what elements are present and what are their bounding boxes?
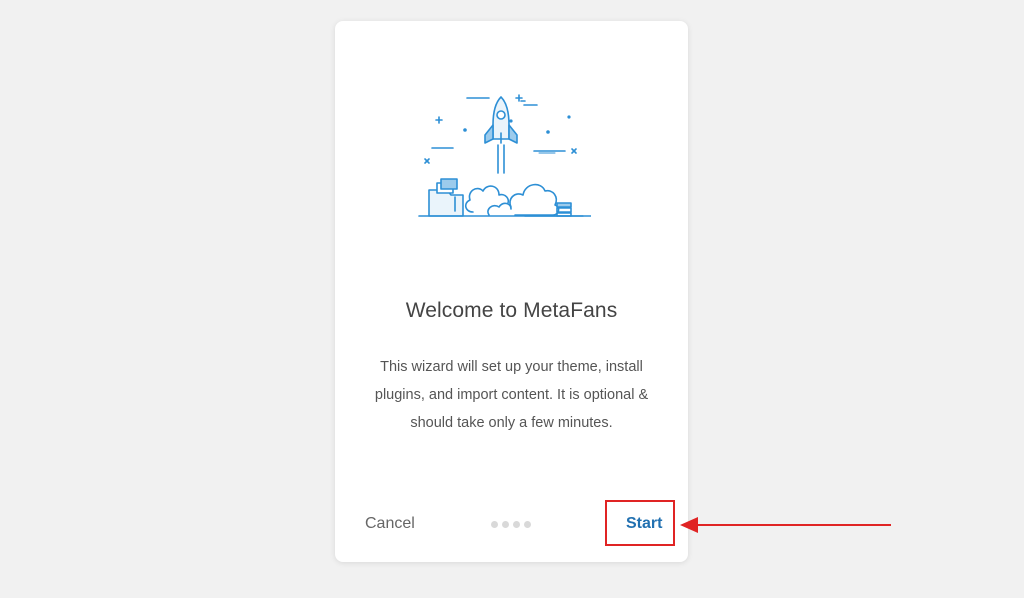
page-background: Welcome to MetaFans This wizard will set… <box>0 0 1024 598</box>
step-dot <box>513 521 520 528</box>
step-dot <box>491 521 498 528</box>
setup-wizard-card: Welcome to MetaFans This wizard will set… <box>335 21 688 562</box>
wizard-description: This wizard will set up your theme, inst… <box>374 359 649 431</box>
annotation-highlight-box <box>605 500 675 546</box>
step-dot <box>524 521 531 528</box>
step-indicator <box>491 521 531 531</box>
rocket-launch-icon <box>418 94 591 217</box>
step-dot <box>502 521 509 528</box>
wizard-title: Welcome to MetaFans <box>405 299 618 322</box>
annotation-arrow-icon <box>680 517 891 533</box>
cancel-button[interactable]: Cancel <box>365 515 415 533</box>
